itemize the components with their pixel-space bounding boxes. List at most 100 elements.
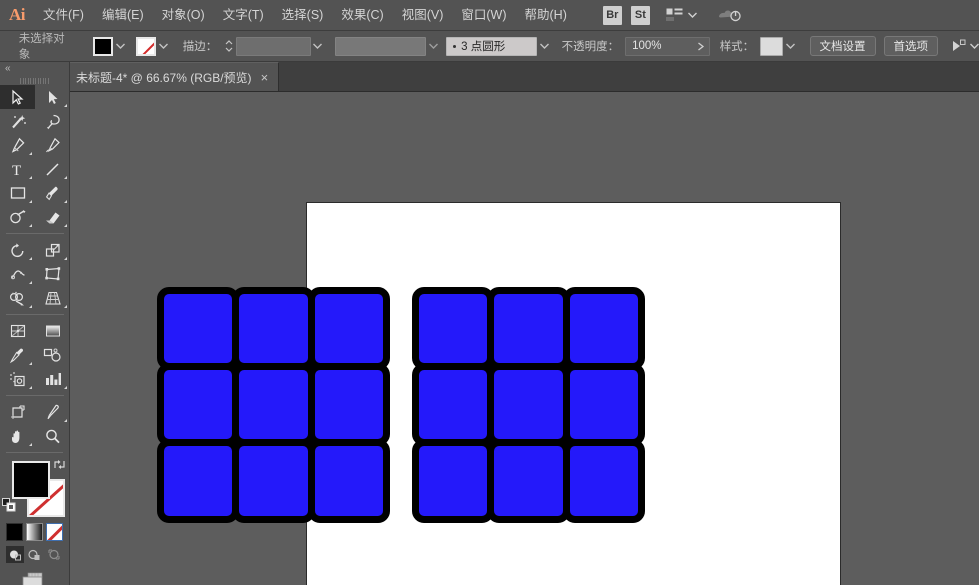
- close-icon[interactable]: ×: [261, 71, 269, 84]
- screen-mode-button[interactable]: [0, 563, 69, 585]
- square-shape[interactable]: [232, 286, 315, 370]
- square-shape[interactable]: [156, 439, 240, 523]
- shape-grid: [411, 286, 646, 523]
- document-setup-button[interactable]: 文档设置: [809, 36, 876, 56]
- color-mode-gradient[interactable]: [26, 523, 43, 541]
- canvas-area[interactable]: [70, 92, 979, 585]
- square-shape[interactable]: [487, 439, 570, 523]
- menu-help[interactable]: 帮助(H): [516, 0, 576, 31]
- draw-inside-mode[interactable]: [45, 546, 63, 563]
- square-shape[interactable]: [562, 439, 646, 523]
- magic-wand-tool[interactable]: [0, 109, 35, 133]
- bridge-button[interactable]: Br: [602, 5, 622, 25]
- square-shape[interactable]: [232, 362, 315, 447]
- square-shape[interactable]: [307, 362, 391, 447]
- workspace-switcher[interactable]: [666, 8, 697, 22]
- rotate-tool[interactable]: [0, 238, 35, 262]
- variable-width-profile-select[interactable]: [335, 36, 426, 56]
- gradient-tool[interactable]: [35, 319, 70, 343]
- pen-tool[interactable]: [0, 133, 35, 157]
- color-mode-none[interactable]: [46, 523, 63, 541]
- symbol-sprayer-tool[interactable]: [0, 367, 35, 391]
- graphic-style-swatch[interactable]: [760, 36, 784, 56]
- curvature-tool[interactable]: [35, 133, 70, 157]
- color-mode-solid[interactable]: [6, 523, 23, 541]
- draw-normal-icon: [10, 550, 22, 561]
- square-shape[interactable]: [156, 362, 240, 447]
- fill-swatch[interactable]: [92, 36, 113, 56]
- hand-tool[interactable]: [0, 424, 35, 448]
- brush-definition-dropdown-icon[interactable]: [537, 36, 551, 56]
- stroke-dropdown-icon[interactable]: [156, 36, 170, 56]
- square-shape[interactable]: [156, 286, 240, 370]
- shape-builder-tool[interactable]: [0, 286, 35, 310]
- square-shape[interactable]: [232, 439, 315, 523]
- lasso-tool[interactable]: [35, 109, 70, 133]
- creative-cloud-button[interactable]: [717, 6, 743, 24]
- drawing-mode-buttons: [0, 541, 69, 563]
- square-shape[interactable]: [411, 286, 495, 370]
- rubik-grid-right[interactable]: [411, 286, 646, 523]
- mesh-tool[interactable]: [0, 319, 35, 343]
- stroke-weight-dropdown-icon[interactable]: [311, 36, 325, 56]
- menu-object[interactable]: 对象(O): [153, 0, 214, 31]
- square-shape[interactable]: [307, 439, 391, 523]
- square-shape[interactable]: [487, 286, 570, 370]
- menu-window[interactable]: 窗口(W): [452, 0, 515, 31]
- toolbar-fill-swatch[interactable]: [12, 461, 50, 499]
- swap-fill-stroke-button[interactable]: [53, 458, 66, 476]
- selection-tool[interactable]: [0, 85, 35, 109]
- align-to-selection[interactable]: [950, 39, 979, 54]
- menu-effect[interactable]: 效果(C): [332, 0, 392, 31]
- eyedropper-tool[interactable]: [0, 343, 35, 367]
- align-dropdown-icon: [970, 43, 979, 49]
- document-tab[interactable]: 未标题-4* @ 66.67% (RGB/预览) ×: [62, 62, 280, 91]
- default-fill-stroke-button[interactable]: [2, 498, 16, 517]
- zoom-tool[interactable]: [35, 424, 70, 448]
- brush-definition-select[interactable]: 3 点圆形: [446, 36, 538, 56]
- width-tool[interactable]: [0, 262, 35, 286]
- stock-button[interactable]: St: [630, 5, 650, 25]
- rectangle-tool[interactable]: [0, 181, 35, 205]
- line-segment-tool[interactable]: [35, 157, 70, 181]
- direct-selection-tool[interactable]: [35, 85, 70, 109]
- blend-tool[interactable]: [35, 343, 70, 367]
- graphic-style-dropdown-icon[interactable]: [783, 36, 797, 56]
- free-transform-tool[interactable]: [35, 262, 70, 286]
- brush-preview-dot: [453, 44, 457, 48]
- menu-edit[interactable]: 编辑(E): [93, 0, 153, 31]
- square-shape[interactable]: [307, 286, 391, 370]
- slice-tool[interactable]: [35, 400, 70, 424]
- width-profile-dropdown-icon[interactable]: [426, 36, 440, 56]
- stroke-weight-input[interactable]: [235, 36, 311, 56]
- draw-behind-mode[interactable]: [25, 546, 43, 563]
- menu-type[interactable]: 文字(T): [214, 0, 273, 31]
- type-tool[interactable]: T: [0, 157, 35, 181]
- control-bar-grip[interactable]: [0, 31, 7, 62]
- square-shape[interactable]: [487, 362, 570, 447]
- stroke-weight-stepper[interactable]: [223, 37, 235, 56]
- paintbrush-tool[interactable]: [35, 181, 70, 205]
- stroke-swatch[interactable]: [136, 36, 157, 56]
- opacity-input[interactable]: 100%: [625, 36, 710, 56]
- fill-stroke-controls: [0, 457, 69, 519]
- collapse-panel-icon[interactable]: «: [5, 63, 10, 74]
- shaper-tool[interactable]: [0, 205, 35, 229]
- eraser-tool[interactable]: [35, 205, 70, 229]
- menu-view[interactable]: 视图(V): [393, 0, 453, 31]
- draw-normal-mode[interactable]: [6, 546, 25, 563]
- menu-select[interactable]: 选择(S): [273, 0, 333, 31]
- preferences-button[interactable]: 首选项: [883, 36, 939, 56]
- square-shape[interactable]: [411, 362, 495, 447]
- square-shape[interactable]: [411, 439, 495, 523]
- square-shape[interactable]: [562, 286, 646, 370]
- artboard-tool[interactable]: [0, 400, 35, 424]
- square-shape[interactable]: [562, 362, 646, 447]
- fill-dropdown-icon[interactable]: [113, 36, 127, 56]
- perspective-grid-tool[interactable]: [35, 286, 70, 310]
- rubik-grid-left[interactable]: [156, 286, 391, 523]
- scale-tool[interactable]: [35, 238, 70, 262]
- tools-panel-grip[interactable]: [0, 76, 69, 85]
- menu-file[interactable]: 文件(F): [34, 0, 93, 31]
- column-graph-tool[interactable]: [35, 367, 70, 391]
